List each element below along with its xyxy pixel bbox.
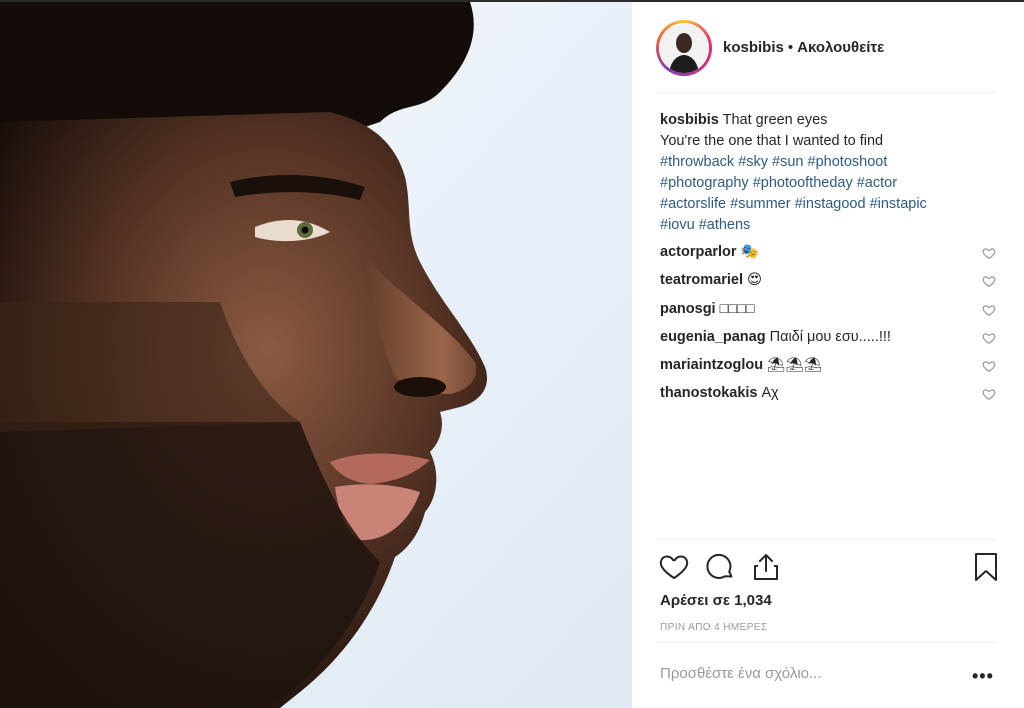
avatar-story-ring[interactable] xyxy=(656,20,712,76)
comment-like-heart-icon[interactable] xyxy=(982,274,996,288)
header-username[interactable]: kosbibis xyxy=(723,39,784,56)
hashtag-link[interactable]: #photoshoot xyxy=(808,154,888,170)
header-separator: • xyxy=(787,39,794,56)
comment-text: Αχ xyxy=(761,385,779,402)
following-button[interactable]: Ακολουθείτε xyxy=(797,39,884,56)
comment-item: eugenia_panag Παιδί μου εσυ.....!!! xyxy=(660,327,1000,355)
comment-item: thanostokakis Αχ xyxy=(660,383,1000,411)
hashtag-link[interactable]: #sky xyxy=(738,154,768,170)
comment-item: panosgi □□□□ xyxy=(660,299,1000,327)
comment-bubble-icon[interactable] xyxy=(704,551,736,583)
comment-list: actorparlor 🎭 teatromariel 😍 panosgi □□□… xyxy=(660,242,1000,412)
comment-like-heart-icon[interactable] xyxy=(982,303,996,317)
caption-username[interactable]: kosbibis xyxy=(660,112,719,128)
comment-text: Παιδί μου εσυ.....!!! xyxy=(769,328,891,345)
more-options-button[interactable]: ••• xyxy=(972,666,994,687)
hashtag-list: #throwback #sky #sun #photoshoot #photog… xyxy=(660,152,1000,236)
caption-text-2: You're the one that I wanted to find xyxy=(660,133,884,149)
comment-username[interactable]: panosgi xyxy=(660,301,716,317)
hashtag-link[interactable]: #photography xyxy=(660,175,749,191)
hashtag-link[interactable]: #actor xyxy=(857,175,897,191)
likes-count[interactable]: Αρέσει σε 1,034 xyxy=(660,592,772,609)
hashtag-link[interactable]: #photooftheday xyxy=(753,175,853,191)
caption-text-1: That green eyes xyxy=(722,112,828,128)
hashtag-link[interactable]: #instapic xyxy=(870,196,927,212)
bookmark-icon[interactable] xyxy=(970,551,1002,583)
comment-text: □□□□ xyxy=(719,300,755,317)
comment-like-heart-icon[interactable] xyxy=(982,387,996,401)
avatar-image xyxy=(659,23,709,73)
hashtag-link[interactable]: #athens xyxy=(699,217,751,233)
heart-icon[interactable] xyxy=(658,551,690,583)
comment-text: ⛱⛱⛱ xyxy=(767,357,823,374)
comment-like-heart-icon[interactable] xyxy=(982,331,996,345)
comment-like-heart-icon[interactable] xyxy=(982,246,996,260)
comment-username[interactable]: mariaintzoglou xyxy=(660,357,763,373)
share-icon[interactable] xyxy=(750,551,782,583)
hashtag-link[interactable]: #sun xyxy=(772,154,803,170)
post-side-panel: kosbibis • Ακολουθείτε kosbibis That green… xyxy=(632,2,1024,708)
hashtag-link[interactable]: #summer xyxy=(730,196,790,212)
comment-text: 😍 xyxy=(747,272,763,289)
hashtag-link[interactable]: #instagood xyxy=(795,196,866,212)
post-photo[interactable] xyxy=(0,2,632,708)
hashtag-link[interactable]: #iovu xyxy=(660,217,695,233)
portrait-image xyxy=(0,2,632,708)
comment-text: 🎭 xyxy=(740,244,759,260)
comment-username[interactable]: teatromariel xyxy=(660,272,743,288)
comment-username[interactable]: actorparlor xyxy=(660,244,737,260)
hashtag-link[interactable]: #actorslife xyxy=(660,196,726,212)
post-header: kosbibis • Ακολουθείτε xyxy=(632,2,1024,92)
comment-item: actorparlor 🎭 xyxy=(660,242,1000,270)
hashtag-link[interactable]: #throwback xyxy=(660,154,734,170)
post-timestamp[interactable]: ΠΡΙΝ ΑΠΟ 4 ΗΜΕΡΕΣ xyxy=(660,622,767,633)
post-caption: kosbibis That green eyes You're the one … xyxy=(660,110,1000,236)
caption-line-1: kosbibis That green eyes xyxy=(660,110,1000,131)
comment-like-heart-icon[interactable] xyxy=(982,359,996,373)
comment-item: mariaintzoglou ⛱⛱⛱ xyxy=(660,355,1000,383)
comment-item: teatromariel 😍 xyxy=(660,270,1000,298)
comment-input-divider xyxy=(656,642,996,643)
comment-username[interactable]: thanostokakis xyxy=(660,385,758,401)
avatar[interactable] xyxy=(659,23,709,73)
actions-divider xyxy=(656,539,996,540)
header-divider xyxy=(656,92,996,93)
comment-username[interactable]: eugenia_panag xyxy=(660,329,766,345)
header-text: kosbibis • Ακολουθείτε xyxy=(723,39,884,56)
add-comment-input[interactable]: Προσθέστε ένα σχόλιο... xyxy=(660,665,822,682)
